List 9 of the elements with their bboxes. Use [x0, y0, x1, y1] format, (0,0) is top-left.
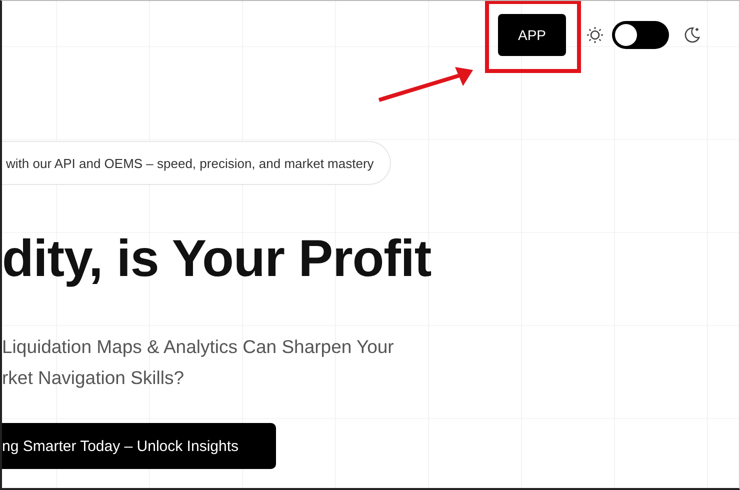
headline: dity, is Your Profit [2, 229, 432, 290]
cta-button[interactable]: ng Smarter Today – Unlock Insights [2, 423, 276, 469]
subtitle-line: Liquidation Maps & Analytics Can Sharpen Your [2, 335, 395, 359]
moon-icon [683, 26, 701, 44]
theme-toggle[interactable] [612, 21, 669, 49]
subtitle-line: rket Navigation Skills? [2, 366, 185, 390]
app-button[interactable]: APP [498, 14, 566, 56]
announcement-pill: with our API and OEMS – speed, precision, and market mastery [2, 141, 391, 185]
sun-icon [586, 26, 604, 44]
